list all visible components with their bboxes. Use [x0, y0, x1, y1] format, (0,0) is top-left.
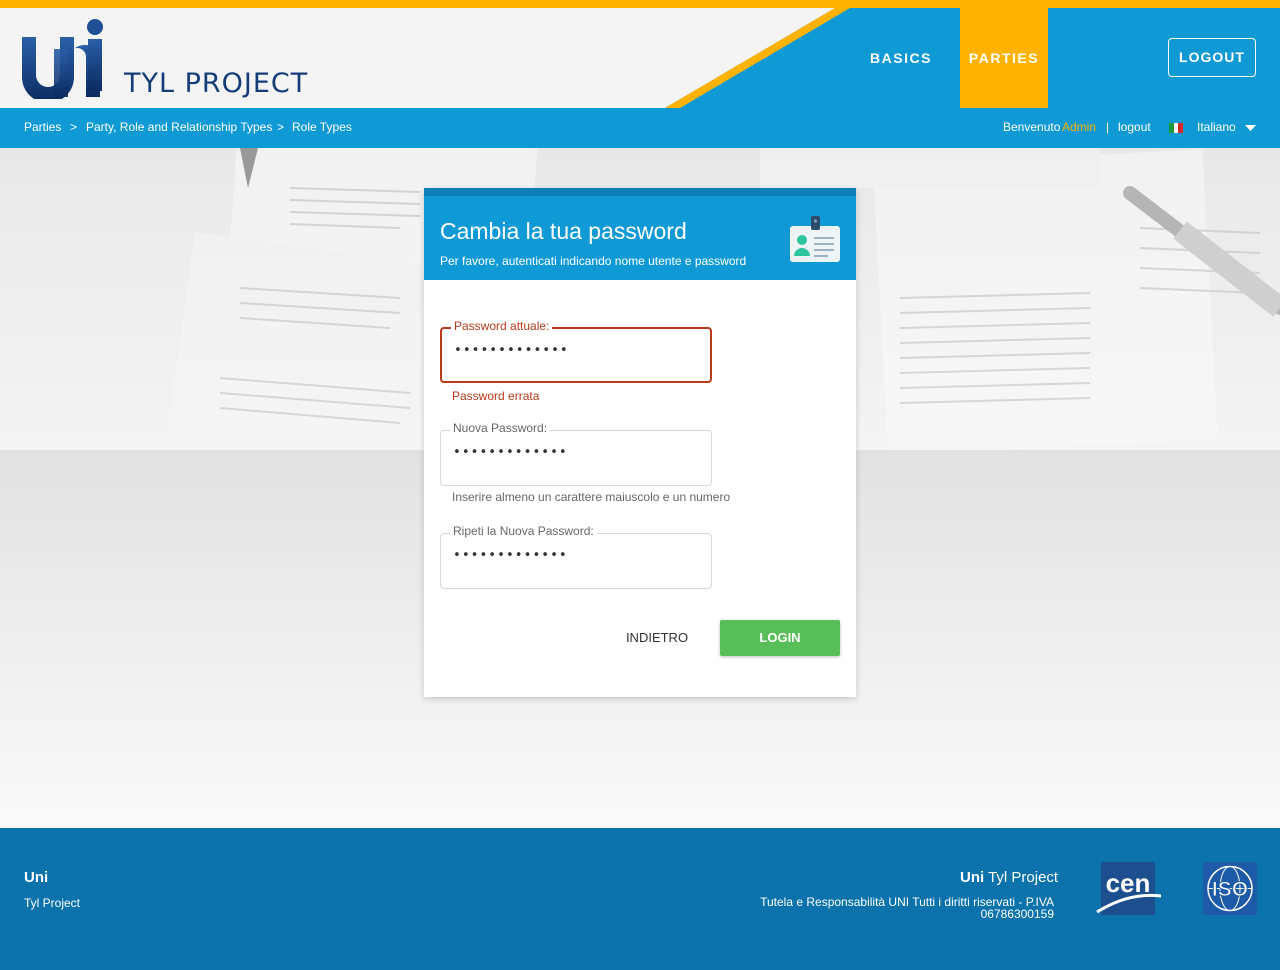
repeat-password-field[interactable]: Ripeti la Nuova Password: ••••••••••••• [440, 524, 712, 589]
current-password-input[interactable]: ••••••••••••• [454, 343, 694, 358]
repeat-password-label: Ripeti la Nuova Password: [450, 524, 597, 538]
footer-right-title: Uni Tyl Project [960, 869, 1058, 886]
breadcrumb: Parties > Party, Role and Relationship T… [0, 108, 1280, 148]
header: TYL PROJECT BASICS PARTIES LOGOUT [0, 8, 1280, 108]
change-password-card: Cambia la tua password Per favore, auten… [424, 188, 856, 697]
card-title: Cambia la tua password [440, 218, 687, 244]
card-header: Cambia la tua password Per favore, auten… [424, 188, 856, 280]
breadcrumb-separator: > [277, 120, 285, 134]
new-password-hint: Inserire almeno un carattere maiuscolo e… [452, 490, 731, 504]
cen-logo: cen [1096, 862, 1161, 915]
current-password-field[interactable]: Password attuale: ••••••••••••• [440, 319, 712, 383]
logout-link[interactable]: logout [1118, 120, 1151, 134]
repeat-password-input[interactable]: ••••••••••••• [453, 548, 693, 563]
top-accent-strip [0, 0, 1280, 8]
id-card-icon [790, 216, 840, 262]
chevron-down-icon[interactable] [1245, 125, 1256, 132]
breadcrumb-parties[interactable]: Parties [24, 120, 61, 134]
card-subtitle: Per favore, autenticati indicando nome u… [440, 254, 747, 268]
footer: Uni Tyl Project Uni Tyl Project Tutela e… [0, 828, 1280, 970]
breadcrumb-types[interactable]: Party, Role and Relationship Types [86, 120, 272, 134]
footer-copyright: Tutela e Responsabilità UNI Tutti i diri… [760, 895, 1054, 921]
breadcrumb-separator: > [70, 120, 78, 134]
welcome-label: Benvenuto [1003, 120, 1061, 134]
nav-parties[interactable]: PARTIES [960, 8, 1048, 108]
username: Admin [1062, 120, 1097, 134]
cen-logo-text: cen [1106, 868, 1151, 898]
footer-right-uni: Uni [960, 869, 985, 886]
iso-logo: ISO [1203, 862, 1257, 915]
footer-right-project: Tyl Project [988, 869, 1059, 886]
new-password-input[interactable]: ••••••••••••• [453, 445, 693, 460]
current-password-error: Password errata [452, 389, 540, 403]
iso-logo-text: ISO [1212, 878, 1248, 901]
current-password-label: Password attuale: [451, 319, 553, 333]
nav-basics[interactable]: BASICS [858, 8, 944, 108]
new-password-field[interactable]: Nuova Password: ••••••••••••• [440, 421, 712, 486]
logout-button[interactable]: LOGOUT [1168, 38, 1256, 77]
footer-subtitle: Tyl Project [24, 896, 81, 910]
uni-logo-icon [22, 19, 103, 99]
new-password-label: Nuova Password: [450, 421, 551, 435]
login-button[interactable]: LOGIN [720, 620, 840, 656]
breadcrumb-role-types[interactable]: Role Types [292, 120, 352, 134]
brand-title: TYL PROJECT [124, 68, 309, 99]
back-button[interactable]: INDIETRO [612, 620, 702, 656]
footer-title: Uni [24, 869, 49, 886]
italy-flag-icon [1169, 123, 1183, 133]
language-select[interactable]: Italiano [1197, 120, 1236, 134]
user-divider: | [1106, 120, 1110, 134]
